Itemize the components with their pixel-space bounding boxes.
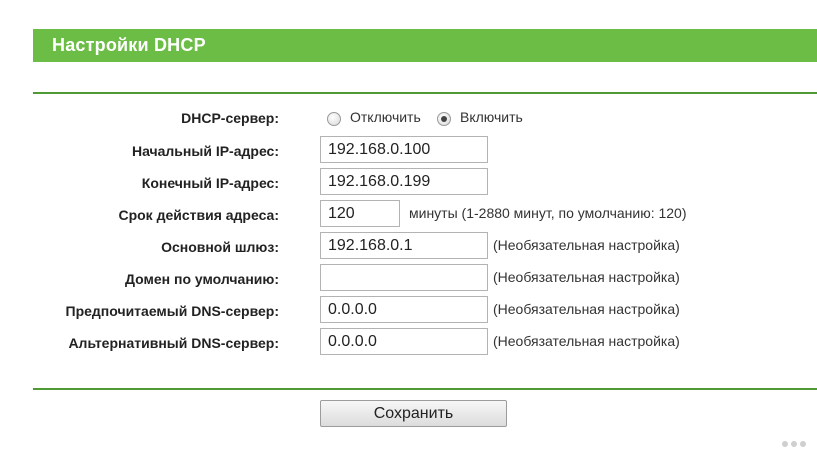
watermark-dots bbox=[782, 434, 809, 452]
gateway-input[interactable] bbox=[320, 232, 488, 259]
dhcp-server-label: DHCP-сервер: bbox=[181, 110, 279, 126]
save-button[interactable]: Сохранить bbox=[320, 400, 507, 427]
top-divider bbox=[33, 92, 817, 94]
primary-dns-label: Предпочитаемый DNS-сервер: bbox=[65, 303, 280, 319]
lease-time-input[interactable] bbox=[320, 200, 400, 227]
secondary-dns-input[interactable] bbox=[320, 328, 488, 355]
dhcp-disable-label[interactable]: Отключить bbox=[350, 109, 421, 125]
page-header: Настройки DHCP bbox=[33, 29, 817, 62]
lease-time-hint: минуты (1-2880 минут, по умолчанию: 120) bbox=[409, 205, 687, 221]
primary-dns-input[interactable] bbox=[320, 296, 488, 323]
end-ip-input[interactable] bbox=[320, 168, 488, 195]
page-title: Настройки DHCP bbox=[52, 35, 206, 55]
bottom-divider bbox=[33, 388, 817, 390]
dhcp-enable-radio[interactable] bbox=[437, 112, 451, 126]
secondary-dns-label: Альтернативный DNS-сервер: bbox=[68, 335, 279, 351]
gateway-label: Основной шлюз: bbox=[161, 239, 279, 255]
dot bbox=[791, 441, 797, 447]
dhcp-enable-label[interactable]: Включить bbox=[460, 109, 523, 125]
primary-dns-hint: (Необязательная настройка) bbox=[493, 301, 680, 317]
start-ip-label: Начальный IP-адрес: bbox=[131, 143, 279, 159]
gateway-hint: (Необязательная настройка) bbox=[493, 237, 680, 253]
end-ip-label: Конечный IP-адрес: bbox=[141, 175, 279, 191]
dot bbox=[782, 441, 788, 447]
default-domain-label: Домен по умолчанию: bbox=[124, 271, 279, 287]
lease-time-label: Срок действия адреса: bbox=[118, 207, 279, 223]
default-domain-input[interactable] bbox=[320, 264, 488, 291]
dot bbox=[800, 441, 806, 447]
start-ip-input[interactable] bbox=[320, 136, 488, 163]
default-domain-hint: (Необязательная настройка) bbox=[493, 269, 680, 285]
secondary-dns-hint: (Необязательная настройка) bbox=[493, 333, 680, 349]
dhcp-disable-radio[interactable] bbox=[327, 112, 341, 126]
